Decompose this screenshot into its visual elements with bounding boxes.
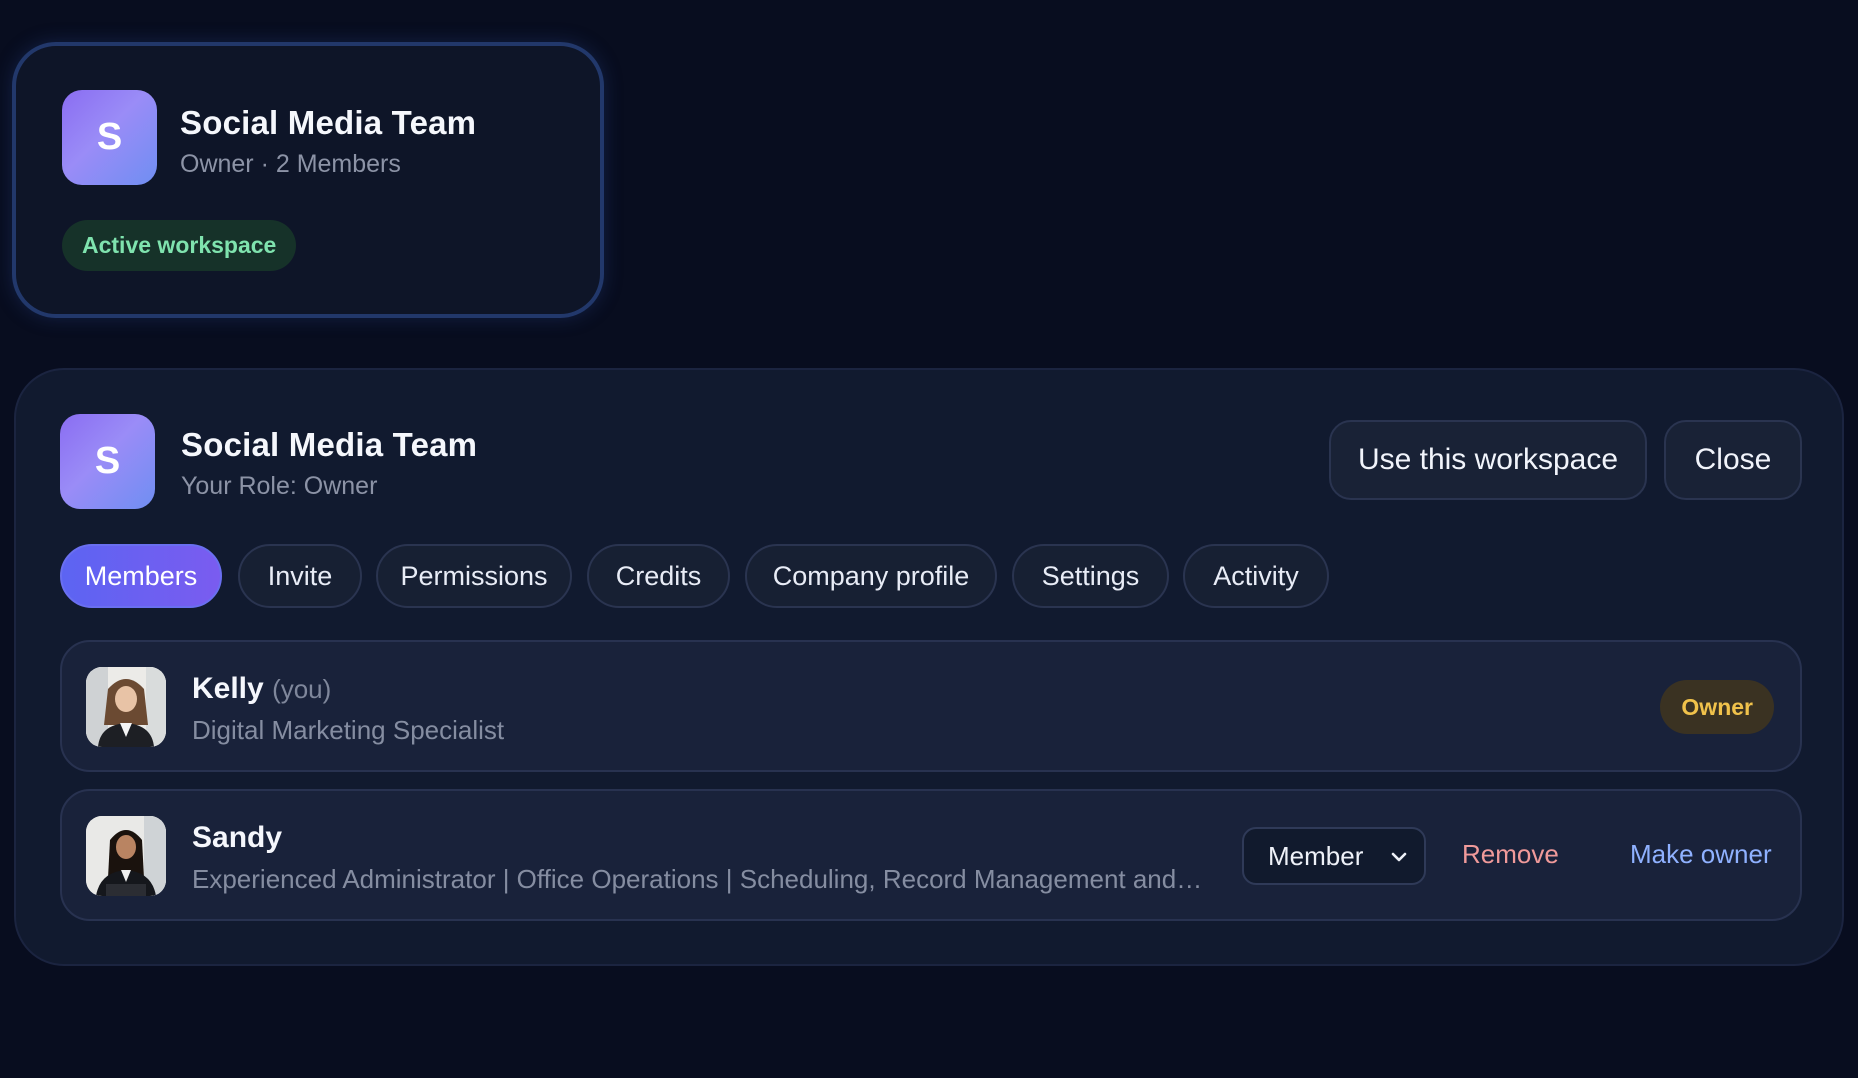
active-workspace-badge: Active workspace [62,220,297,271]
member-row: Sandy Experienced Administrator | Office… [60,789,1802,921]
tab-settings[interactable]: Settings [1012,544,1169,608]
use-this-workspace-button[interactable]: Use this workspace [1329,420,1647,500]
owner-badge: Owner [1660,680,1774,734]
avatar [86,816,166,896]
chevron-down-icon [1391,852,1407,862]
your-role-label: Your Role: Owner [181,472,378,500]
tab-credits[interactable]: Credits [587,544,730,608]
workspace-avatar: S [62,90,157,185]
member-headline: Experienced Administrator | Office Opera… [192,864,1206,894]
member-name: Sandy [192,821,282,855]
workspace-card-subtitle: Owner · 2 Members [180,150,401,178]
tab-members[interactable]: Members [60,544,222,608]
member-role-select[interactable]: Member [1242,827,1426,885]
member-name-text: Kelly [192,672,264,705]
workspace-detail-panel: S Social Media Team Your Role: Owner Use… [14,368,1844,966]
member-headline: Digital Marketing Specialist [192,715,505,745]
avatar [86,667,166,747]
close-button[interactable]: Close [1664,420,1802,500]
avatar-photo-kelly-icon [86,667,166,747]
you-tag: (you) [272,674,332,704]
member-name: Kelly (you) [192,672,331,706]
workspace-card-social-media-team[interactable]: S Social Media Team Owner · 2 Members Ac… [12,42,604,318]
workspace-title: Social Media Team [181,426,478,463]
tab-company-profile[interactable]: Company profile [745,544,997,608]
tab-permissions[interactable]: Permissions [376,544,572,608]
tab-invite[interactable]: Invite [238,544,362,608]
member-role-value: Member [1268,840,1364,871]
workspace-avatar: S [60,414,155,509]
member-row: Kelly (you) Digital Marketing Specialist… [60,640,1802,772]
workspace-card-title: Social Media Team [180,104,477,141]
tab-activity[interactable]: Activity [1183,544,1329,608]
avatar-photo-sandy-icon [86,816,166,896]
make-owner-button[interactable]: Make owner [1630,839,1772,870]
remove-member-button[interactable]: Remove [1462,839,1559,870]
member-name-text: Sandy [192,821,283,854]
